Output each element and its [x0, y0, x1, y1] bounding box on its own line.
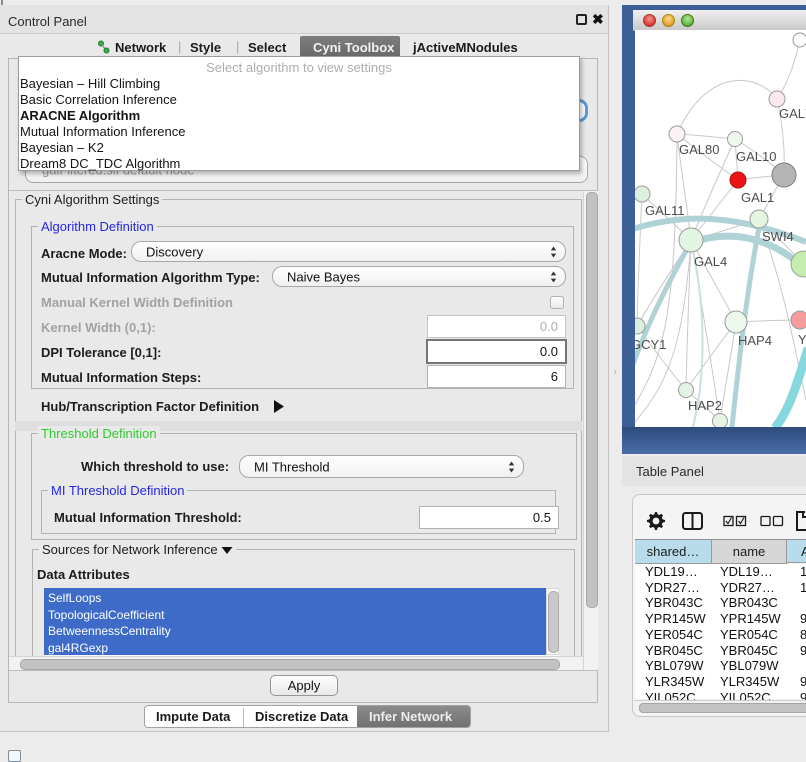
- svg-text:GAL11: GAL11: [645, 203, 685, 218]
- svg-text:GAL10: GAL10: [736, 149, 776, 164]
- svg-text:GAL1: GAL1: [741, 190, 774, 205]
- svg-text:YD: YD: [798, 332, 806, 347]
- svg-text:HAP2: HAP2: [688, 398, 722, 413]
- svg-text:GAL4: GAL4: [694, 254, 727, 269]
- svg-text:SWI4: SWI4: [762, 229, 794, 244]
- svg-text:GAL80: GAL80: [679, 142, 719, 157]
- svg-text:HAP4: HAP4: [738, 333, 772, 348]
- svg-text:GAL7: GAL7: [779, 106, 806, 121]
- svg-text:GCY1: GCY1: [635, 337, 666, 352]
